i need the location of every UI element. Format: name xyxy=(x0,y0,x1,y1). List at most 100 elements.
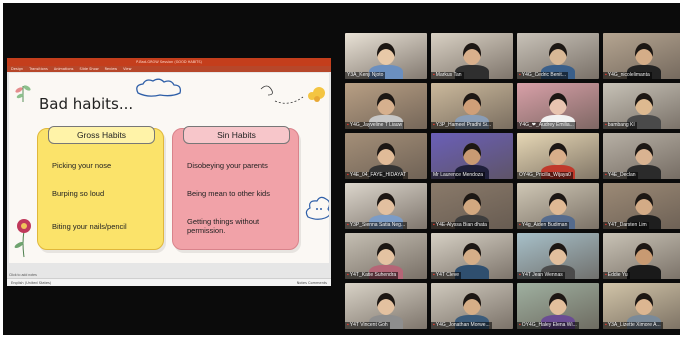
participant-tile[interactable]: Y4G_❤_Audrey Emilia... xyxy=(517,83,599,129)
participant-name: Eddie Yu xyxy=(607,272,628,278)
participant-tile[interactable]: ▪Y4E_Declan xyxy=(603,133,680,179)
muted-mic-icon: ▪ xyxy=(519,72,521,78)
participant-name: Y4G_Jonathan Morwe... xyxy=(435,322,490,328)
participant-tile[interactable]: ▪Y3A_Lizette Ximore A... xyxy=(603,283,680,329)
participant-name: Y3A_Lizette Ximore A... xyxy=(607,322,661,328)
participant-face xyxy=(377,293,395,315)
flower-doodle-icon xyxy=(14,219,31,258)
participant-name: Y4T Jean Wennas xyxy=(521,272,563,278)
participant-name: Y4g_Aiden Budiman xyxy=(521,222,568,228)
participant-name: Y4T Cleve xyxy=(435,272,460,278)
participant-tile[interactable]: ▪Eddie Yu xyxy=(603,233,680,279)
gross-habits-card: Gross Habits Picking your nose Burping s… xyxy=(37,126,164,250)
participant-tile[interactable]: Mr Laurence Mendoza xyxy=(431,133,513,179)
participant-face xyxy=(635,93,653,115)
participant-tile[interactable]: ▪Y4G_Jayveline T Liauw xyxy=(345,83,427,129)
ppt-tab-transitions[interactable]: Transitions xyxy=(29,66,48,72)
participant-name: Y4G_❤_Audrey Emilia... xyxy=(519,122,574,128)
participant-tile[interactable]: ▪Y4G_Cedric Benit... xyxy=(517,33,599,79)
participant-name-label: ▪Markus Tan xyxy=(431,72,464,79)
participant-tile[interactable]: ▪Y4T Cleve xyxy=(431,233,513,279)
muted-mic-icon: ▪ xyxy=(605,272,607,278)
participant-name: Y4T_Darsten Lim xyxy=(607,222,647,228)
ppt-ribbon-tabs: Design Transitions Animations Slide Show… xyxy=(7,66,331,72)
participant-name: bambang KI xyxy=(607,122,635,128)
participant-name: OY4G_Haley Elena Wi... xyxy=(521,322,577,328)
participant-tile[interactable]: OY4G_Pricilla_Wijaya0 xyxy=(517,133,599,179)
participant-name-label: ▪Y4E-Alyssa Bian dhata xyxy=(431,222,489,229)
participant-face xyxy=(549,193,567,215)
participant-tile[interactable]: ▪Y4G_Jonathan Morwe... xyxy=(431,283,513,329)
muted-mic-icon: ▪ xyxy=(433,322,435,328)
participant-name: Y4G_nicolelimanta xyxy=(607,72,650,78)
ppt-tab-animations[interactable]: Animations xyxy=(54,66,74,72)
sin-habit-item: Being mean to other kids xyxy=(187,189,270,198)
cloud-doodle-icon xyxy=(136,78,182,97)
ppt-status-controls[interactable]: Notes Comments xyxy=(297,281,327,285)
participant-name-label: ▪Y4G_Cedric Benit... xyxy=(517,72,568,79)
participant-tile[interactable]: ▪Y4T Jean Wennas xyxy=(517,233,599,279)
participant-name-label: ▪Y4G_Jonathan Morwe... xyxy=(431,322,492,329)
leaf-doodle-icon xyxy=(15,85,31,102)
muted-mic-icon: ▪ xyxy=(519,322,521,328)
participant-tile[interactable]: ▪Y4E-Alyssa Bian dhata xyxy=(431,183,513,229)
participant-name-label: ▪Y4T_Darsten Lim xyxy=(603,222,649,229)
muted-mic-icon: ▪ xyxy=(605,172,607,178)
participant-face xyxy=(377,193,395,215)
ppt-tab-review[interactable]: Review xyxy=(105,66,118,72)
slide-title: Bad habits... xyxy=(39,95,134,113)
participant-name-label: Y3A_Kenji Njoto xyxy=(345,72,386,79)
muted-mic-icon: ▪ xyxy=(605,222,607,228)
sin-habits-heading: Sin Habits xyxy=(183,126,290,144)
notes-placeholder[interactable]: Click to add notes xyxy=(9,273,37,277)
participant-name: Mr Laurence Mendoza xyxy=(433,172,484,178)
ppt-tab-view[interactable]: View xyxy=(123,66,131,72)
participant-name: Y4E_04_FAYE_HIDAYAT xyxy=(349,172,407,178)
gross-habit-item: Picking your nose xyxy=(52,161,112,170)
participant-face xyxy=(549,243,567,265)
shared-screen-powerpoint[interactable]: P-Bad-GROW Session (GOOD HABITS) Design … xyxy=(7,58,331,286)
participant-tile[interactable]: ▪Y4T_Katie Suhendra xyxy=(345,233,427,279)
participant-name-label: ▪Y4E_04_FAYE_HIDAYAT xyxy=(345,172,409,179)
participant-name-label: ▪Y4E_Declan xyxy=(603,172,638,179)
participant-name: OY4G_Pricilla_Wijaya0 xyxy=(519,172,571,178)
participant-tile[interactable]: ▪Y4T Vincent Goh xyxy=(345,283,427,329)
muted-mic-icon: ▪ xyxy=(605,322,607,328)
participant-tile[interactable]: ▪OY4G_Haley Elena Wi... xyxy=(517,283,599,329)
muted-mic-icon: ▪ xyxy=(347,222,349,228)
gross-habits-heading: Gross Habits xyxy=(48,126,155,144)
participant-tile[interactable]: ▪Y3P_Sienna Satia Neg... xyxy=(345,183,427,229)
participant-tile[interactable]: ▪Y4G_nicolelimanta xyxy=(603,33,680,79)
participant-name: Y4E_Declan xyxy=(607,172,636,178)
muted-mic-icon: ▪ xyxy=(347,272,349,278)
ppt-window-title: P-Bad-GROW Session (GOOD HABITS) xyxy=(7,58,331,66)
participant-face xyxy=(635,243,653,265)
participant-tile[interactable]: Y3A_Kenji Njoto xyxy=(345,33,427,79)
participant-tile[interactable]: ▪Y4T_Darsten Lim xyxy=(603,183,680,229)
participant-tile[interactable]: ▪Markus Tan xyxy=(431,33,513,79)
muted-mic-icon: ▪ xyxy=(433,72,435,78)
participant-tile[interactable]: ▪Y3P_Hameel Pradhi Si... xyxy=(431,83,513,129)
ppt-status-bar: English (United States) Notes Comments xyxy=(7,278,331,286)
participant-face xyxy=(377,243,395,265)
participant-face xyxy=(549,143,567,165)
participant-name-label: ▪Y4T_Katie Suhendra xyxy=(345,272,399,279)
gross-habit-item: Biting your nails/pencil xyxy=(52,222,127,231)
participant-tile[interactable]: ▪Y4E_04_FAYE_HIDAYAT xyxy=(345,133,427,179)
participant-name: Y4T Vincent Goh xyxy=(349,322,388,328)
participant-name: Markus Tan xyxy=(435,72,462,78)
participant-name: Y3P_Sienna Satia Neg... xyxy=(349,222,406,228)
muted-mic-icon: ▪ xyxy=(347,122,349,128)
participant-name-label: Y4G_❤_Audrey Emilia... xyxy=(517,122,576,129)
swirl-doodle-icon xyxy=(260,85,325,104)
participant-name-label: ▪Y4G_nicolelimanta xyxy=(603,72,652,79)
ppt-tab-design[interactable]: Design xyxy=(11,66,23,72)
ppt-tab-slide-show[interactable]: Slide Show xyxy=(80,66,99,72)
participant-tile[interactable]: ▪Y4g_Aiden Budiman xyxy=(517,183,599,229)
zoom-meeting-window: P-Bad-GROW Session (GOOD HABITS) Design … xyxy=(3,3,680,335)
participant-face xyxy=(635,293,653,315)
participant-face xyxy=(463,293,481,315)
cloud-side-doodle-icon xyxy=(305,196,329,220)
participant-tile[interactable]: ▪bambang KI xyxy=(603,83,680,129)
participant-name-label: ▪Y3P_Hameel Pradhi Si... xyxy=(431,122,494,129)
